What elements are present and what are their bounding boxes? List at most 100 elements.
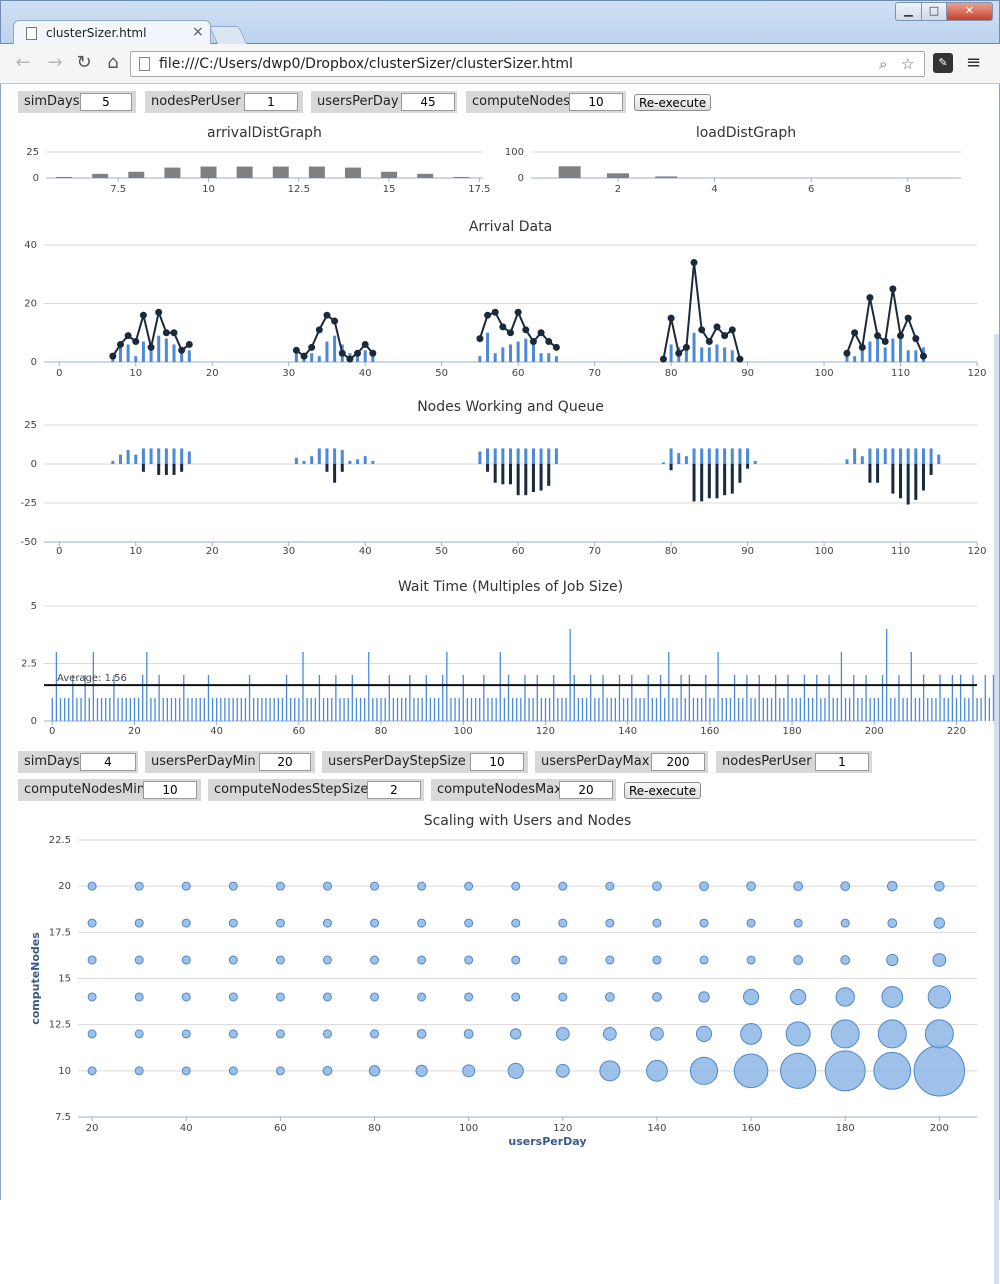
x-tick-label: 60 (512, 368, 525, 379)
data-point (675, 349, 683, 357)
wait-bar (306, 698, 308, 721)
wait-bar (429, 698, 432, 721)
forward-icon[interactable]: → (44, 52, 66, 74)
users-per-day-step-input[interactable] (470, 753, 524, 771)
wait-bar (939, 675, 941, 721)
search-icon[interactable]: ⌕ (879, 55, 887, 73)
wait-bar (524, 675, 526, 721)
wait-bar (220, 698, 222, 721)
bubble (322, 955, 332, 965)
compute-nodes-min-input[interactable] (143, 781, 197, 799)
bar (453, 176, 470, 178)
working-bar (753, 460, 757, 464)
bubble (181, 992, 191, 1002)
wait-bar (865, 675, 867, 721)
bar (272, 166, 289, 178)
bubble (228, 918, 238, 928)
data-point (904, 314, 912, 322)
bubble (87, 918, 97, 928)
minimize-button[interactable]: ▁ (895, 2, 922, 21)
bubble (134, 881, 144, 891)
wait-bar (918, 698, 921, 721)
bar (128, 171, 145, 178)
wait-bar (491, 698, 493, 721)
address-bar[interactable]: file:///C:/Users/dwp0/Dropbox/clusterSiz… (130, 51, 925, 77)
home-icon[interactable]: ⌂ (102, 52, 124, 74)
working-bar (921, 448, 925, 464)
wait-bar (326, 698, 329, 721)
data-point (545, 338, 553, 346)
browser-toolbar: ← → ↻ ⌂ file:///C:/Users/dwp0/Dropbox/cl… (0, 44, 1000, 84)
x-axis-title: usersPerDay (508, 1135, 586, 1148)
close-window-button[interactable]: ✕ (946, 2, 993, 21)
reload-icon[interactable]: ↻ (73, 52, 95, 74)
working-bar (149, 448, 153, 464)
y-axis-title: computeNodes (29, 932, 42, 1025)
browser-tab[interactable]: clusterSizer.html × (13, 20, 211, 46)
close-tab-icon[interactable]: × (192, 24, 204, 40)
bar (344, 167, 361, 178)
bar (531, 344, 535, 362)
wait-bar (717, 652, 719, 721)
wait-bar (499, 652, 501, 721)
x-tick-label: 100 (815, 368, 834, 379)
wait-bar (713, 698, 715, 721)
y-tick-label: 22.5 (49, 835, 71, 846)
x-tick-label: 60 (274, 1123, 287, 1134)
bubble (840, 955, 851, 965)
working-bar (738, 448, 742, 464)
bubble (652, 992, 662, 1002)
compute-nodes-max-input[interactable] (559, 781, 613, 799)
data-point (698, 326, 706, 334)
users-per-day-min-input[interactable] (259, 753, 311, 771)
data-point (537, 329, 545, 337)
wait-bar (803, 675, 806, 721)
y-tick-label: 20 (24, 299, 37, 310)
wait-bar (442, 675, 444, 721)
simdays-input-2[interactable] (80, 753, 136, 771)
re-execute-button-2[interactable]: Re-execute (624, 782, 702, 799)
bubble (87, 1066, 97, 1076)
x-tick-label: 6 (808, 184, 814, 195)
bubble (275, 992, 285, 1002)
x-tick-label: 7.5 (110, 184, 126, 195)
wait-bar (972, 675, 974, 721)
y-tick-label: 0 (33, 173, 39, 184)
bubble (830, 1019, 860, 1049)
bubble (322, 992, 332, 1002)
wait-bar (105, 698, 107, 721)
x-tick-label: 80 (375, 726, 388, 737)
star-icon[interactable]: ☆ (901, 55, 914, 73)
users-per-day-max-input[interactable] (651, 753, 705, 771)
working-bar (715, 448, 719, 464)
compute-nodes-step-input[interactable] (367, 781, 421, 799)
bar (723, 347, 727, 362)
wait-bar (553, 675, 555, 721)
maximize-button[interactable]: □ (921, 2, 947, 21)
bar (700, 347, 704, 362)
extension-icon[interactable]: ✎ (933, 53, 953, 73)
data-point (300, 352, 308, 360)
page-icon (26, 27, 37, 40)
wait-bar (848, 698, 851, 721)
bubble (416, 1029, 427, 1039)
new-tab-button[interactable] (208, 26, 248, 44)
wait-bar (947, 698, 949, 721)
bubble (134, 918, 144, 928)
x-tick-label: 10 (129, 368, 142, 379)
queue-bar (486, 464, 490, 472)
url-text[interactable]: file:///C:/Users/dwp0/Dropbox/clusterSiz… (159, 56, 573, 72)
bubble (927, 985, 952, 1009)
wait-bar (799, 698, 801, 721)
wait-bar (257, 698, 259, 721)
bar (715, 344, 719, 362)
nodes-per-user-input-2[interactable] (815, 753, 869, 771)
bubble (650, 1027, 664, 1041)
tab-title: clusterSizer.html (46, 26, 147, 40)
wait-bar (898, 675, 900, 721)
x-tick-label: 80 (665, 368, 678, 379)
wait-bar (844, 698, 847, 721)
back-icon[interactable]: ← (12, 52, 34, 74)
menu-icon[interactable]: ≡ (966, 52, 981, 73)
wait-bar (520, 698, 522, 721)
